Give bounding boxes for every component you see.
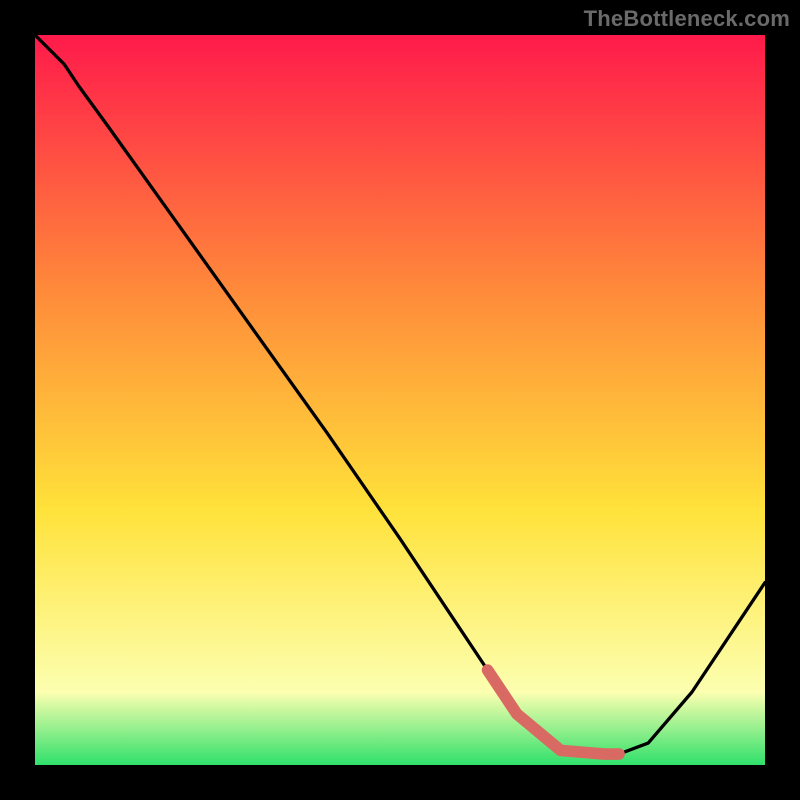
chart-frame: TheBottleneck.com xyxy=(0,0,800,800)
bottleneck-curve-path xyxy=(35,35,765,754)
plot-area xyxy=(35,35,765,765)
highlight-segment-path xyxy=(488,670,619,754)
curve-layer xyxy=(35,35,765,765)
watermark-text: TheBottleneck.com xyxy=(584,6,790,32)
